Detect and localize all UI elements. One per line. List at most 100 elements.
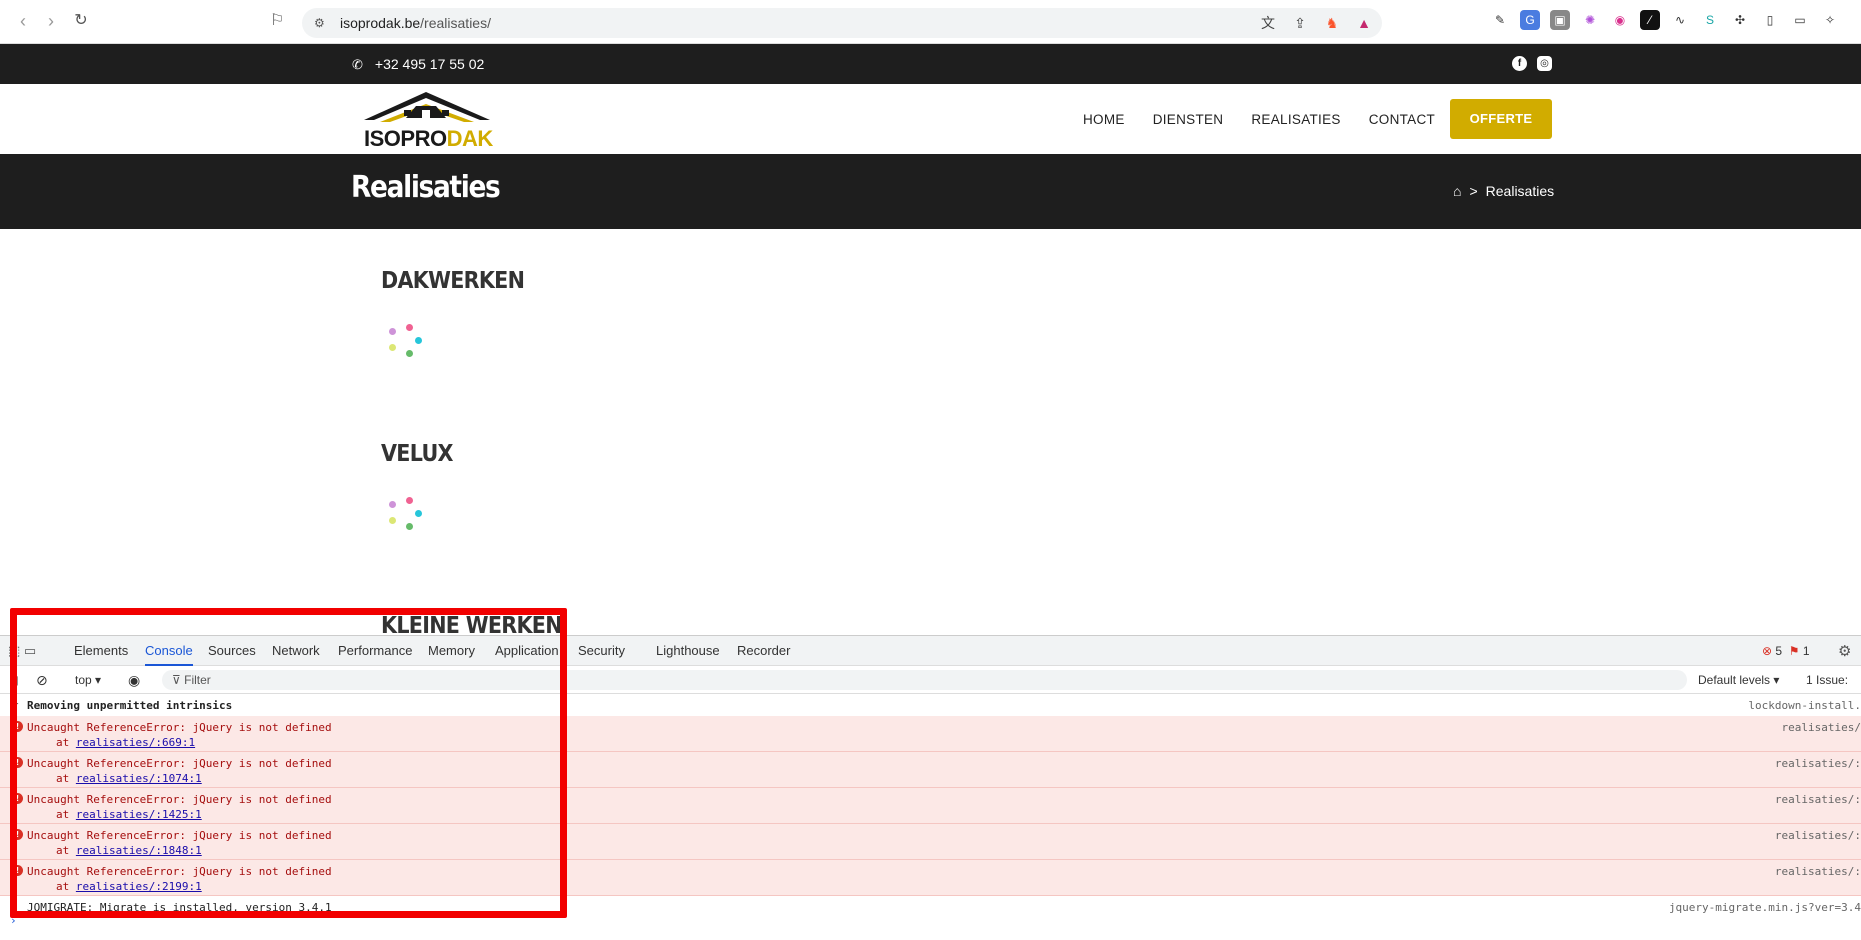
devtools-panel: ⬚ ▭ Elements Console Sources Network Per…: [0, 635, 1861, 940]
inspect-device-icons[interactable]: ⬚ ▭: [8, 643, 36, 659]
console-error-text: Uncaught ReferenceError: jQuery is not d…: [27, 865, 332, 878]
facebook-icon[interactable]: f: [1512, 56, 1527, 71]
tab-security[interactable]: Security: [578, 636, 625, 666]
s-extension-icon[interactable]: S: [1700, 10, 1720, 30]
stack-at: at: [56, 880, 76, 893]
back-icon[interactable]: ‹: [12, 10, 34, 32]
log-levels-select[interactable]: Default levels ▾: [1698, 666, 1779, 694]
nav-diensten[interactable]: DIENSTEN: [1153, 112, 1224, 127]
console-error[interactable]: ! Uncaught ReferenceError: jQuery is not…: [0, 716, 1861, 752]
console-messages: ▸ Removing unpermitted intrinsics lockdo…: [0, 694, 1861, 918]
share-icon[interactable]: ⇪: [1290, 13, 1310, 33]
brave-shields-icon[interactable]: ♞: [1322, 13, 1342, 33]
logo-wordmark-part2: DAK: [446, 126, 494, 151]
error-icon: !: [12, 865, 23, 876]
translate-icon[interactable]: 文: [1258, 13, 1278, 33]
error-count-icon: ⊗: [1762, 644, 1773, 658]
console-message-source[interactable]: lockdown-install.: [1748, 699, 1861, 712]
stack-link[interactable]: realisaties/:669:1: [76, 736, 195, 749]
social-links: f ◎: [1512, 56, 1552, 71]
sidebar-icon[interactable]: ▯: [1760, 10, 1780, 30]
site-settings-icon[interactable]: ⚙: [314, 16, 328, 30]
tab-performance[interactable]: Performance: [338, 636, 412, 666]
instagram-icon[interactable]: ◎: [1537, 56, 1552, 71]
stack-link[interactable]: realisaties/:1074:1: [76, 772, 202, 785]
clear-console-icon[interactable]: ⊘: [36, 666, 48, 694]
tab-application[interactable]: Application: [495, 636, 559, 666]
console-error-source[interactable]: realisaties/:: [1775, 865, 1861, 878]
stack-at: at: [56, 844, 76, 857]
url-path: /realisaties/: [420, 15, 491, 31]
brain-extension-icon[interactable]: ✺: [1580, 10, 1600, 30]
brave-rewards-icon[interactable]: ▲: [1354, 13, 1374, 33]
issues-button[interactable]: 1 Issue:: [1806, 666, 1848, 694]
offerte-button[interactable]: OFFERTE: [1450, 99, 1552, 139]
translate-extension-icon[interactable]: G: [1520, 10, 1540, 30]
console-error-source[interactable]: realisaties/:: [1775, 757, 1861, 770]
console-prompt-icon[interactable]: ›: [10, 914, 17, 927]
puzzle-extensions-icon[interactable]: ✣: [1730, 10, 1750, 30]
console-error-stack: at realisaties/:1848:1: [56, 844, 202, 857]
expand-arrow-icon[interactable]: ▸: [14, 699, 19, 709]
image-extension-icon[interactable]: ▣: [1550, 10, 1570, 30]
console-error[interactable]: ! Uncaught ReferenceError: jQuery is not…: [0, 752, 1861, 788]
error-icon: !: [12, 829, 23, 840]
tab-recorder[interactable]: Recorder: [737, 636, 790, 666]
logo-wordmark: ISOPRODAK: [364, 126, 493, 152]
home-icon[interactable]: ⌂: [1453, 183, 1461, 199]
stack-link[interactable]: realisaties/:1848:1: [76, 844, 202, 857]
stack-link[interactable]: realisaties/:2199:1: [76, 880, 202, 893]
color-extension-icon[interactable]: ◉: [1610, 10, 1630, 30]
reload-icon[interactable]: ↻: [70, 10, 92, 32]
wave-extension-icon[interactable]: ∿: [1670, 10, 1690, 30]
browser-window: ‹ › ↻ ⚐ ⚙ isoprodak.be/realisaties/ 文 ⇪ …: [0, 0, 1861, 940]
tab-lighthouse[interactable]: Lighthouse: [656, 636, 720, 666]
console-error-stack: at realisaties/:669:1: [56, 736, 195, 749]
nav-contact[interactable]: CONTACT: [1369, 112, 1435, 127]
console-error[interactable]: ! Uncaught ReferenceError: jQuery is not…: [0, 788, 1861, 824]
console-error[interactable]: ! Uncaught ReferenceError: jQuery is not…: [0, 824, 1861, 860]
slash-extension-icon[interactable]: ⁄: [1640, 10, 1660, 30]
error-issue-counts[interactable]: ⊗ 5 ⚑ 1: [1762, 636, 1810, 666]
site-logo[interactable]: ISOPRODAK: [352, 88, 502, 152]
console-log-source[interactable]: jquery-migrate.min.js?ver=3.4: [1669, 901, 1861, 914]
forward-icon[interactable]: ›: [40, 10, 62, 32]
error-icon: !: [12, 721, 23, 732]
address-bar[interactable]: ⚙ isoprodak.be/realisaties/ 文 ⇪ ♞ ▲: [302, 8, 1382, 38]
phone-number: +32 495 17 55 02: [374, 56, 485, 72]
console-error-source[interactable]: realisaties/: [1782, 721, 1861, 734]
leo-ai-icon[interactable]: ✧: [1820, 10, 1840, 30]
context-select[interactable]: top ▾: [75, 666, 101, 694]
stack-at: at: [56, 736, 76, 749]
devtools-settings-icon[interactable]: ⚙: [1838, 642, 1851, 660]
console-error-source[interactable]: realisaties/:: [1775, 793, 1861, 806]
tab-network[interactable]: Network: [272, 636, 320, 666]
console-error-text: Uncaught ReferenceError: jQuery is not d…: [27, 793, 332, 806]
wallet-icon[interactable]: ▭: [1790, 10, 1810, 30]
url-host: isoprodak.be: [340, 15, 421, 31]
phone-contact[interactable]: ✆ +32 495 17 55 02: [352, 44, 484, 85]
browser-toolbar: ‹ › ↻ ⚐ ⚙ isoprodak.be/realisaties/ 文 ⇪ …: [0, 0, 1861, 44]
live-expression-icon[interactable]: ◉: [128, 666, 140, 694]
page-title: Realisaties: [351, 170, 501, 205]
console-message[interactable]: ▸ Removing unpermitted intrinsics lockdo…: [0, 694, 1861, 716]
tab-console[interactable]: Console: [145, 636, 193, 666]
eyedropper-extension-icon[interactable]: ✎: [1490, 10, 1510, 30]
console-error-source[interactable]: realisaties/:: [1775, 829, 1861, 842]
tab-sources[interactable]: Sources: [208, 636, 256, 666]
console-log[interactable]: JQMIGRATE: Migrate is installed, version…: [0, 896, 1861, 918]
breadcrumb-separator: >: [1469, 183, 1478, 199]
sidebar-toggle-icon[interactable]: ▮: [12, 666, 19, 694]
bookmark-icon[interactable]: ⚐: [270, 10, 284, 30]
console-error[interactable]: ! Uncaught ReferenceError: jQuery is not…: [0, 860, 1861, 896]
console-error-text: Uncaught ReferenceError: jQuery is not d…: [27, 721, 332, 734]
stack-link[interactable]: realisaties/:1425:1: [76, 808, 202, 821]
loading-spinner-icon: [382, 493, 426, 537]
nav-realisaties[interactable]: REALISATIES: [1251, 112, 1340, 127]
console-filter-input[interactable]: ⊽ Filter: [162, 670, 1687, 690]
console-error-stack: at realisaties/:2199:1: [56, 880, 202, 893]
nav-home[interactable]: HOME: [1083, 112, 1125, 127]
tab-elements[interactable]: Elements: [74, 636, 128, 666]
tab-memory[interactable]: Memory: [428, 636, 475, 666]
stack-at: at: [56, 808, 76, 821]
